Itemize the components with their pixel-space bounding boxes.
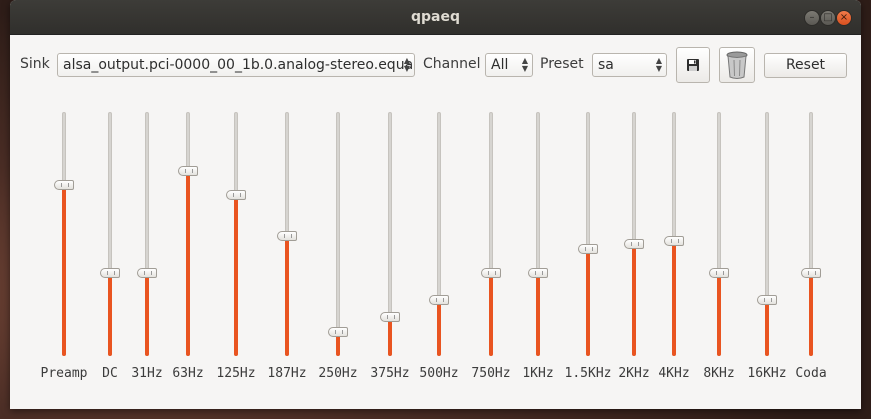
preset-combobox[interactable]: sa ▲ ▼ <box>592 53 667 77</box>
band-slider[interactable] <box>52 112 76 356</box>
slider-fill <box>108 273 112 356</box>
band-slider[interactable] <box>799 112 823 356</box>
channel-value: All <box>491 57 509 73</box>
slider-handle[interactable] <box>328 327 348 337</box>
sink-label: Sink <box>20 56 50 72</box>
slider-fill <box>234 195 238 356</box>
band-label: 125Hz <box>216 366 256 381</box>
band-label: 500Hz <box>419 366 459 381</box>
band-label: 187Hz <box>267 366 307 381</box>
band-slider[interactable] <box>755 112 779 356</box>
slider-fill <box>145 273 149 356</box>
slider-handle[interactable] <box>100 268 120 278</box>
band-label: 4KHz <box>658 366 690 381</box>
floppy-disk-icon <box>687 59 699 71</box>
updown-arrows-icon: ▲ ▼ <box>521 56 528 73</box>
slider-handle[interactable] <box>757 295 777 305</box>
slider-handle[interactable] <box>277 231 297 241</box>
band-slider[interactable] <box>526 112 550 356</box>
slider-fill <box>388 317 392 356</box>
minimize-icon[interactable]: – <box>804 10 820 26</box>
band-slider[interactable] <box>662 112 686 356</box>
band-slider[interactable] <box>479 112 503 356</box>
slider-fill <box>437 300 441 356</box>
slider-handle[interactable] <box>429 295 449 305</box>
slider-handle[interactable] <box>137 268 157 278</box>
slider-fill <box>672 241 676 356</box>
sink-combobox[interactable]: alsa_output.pci-0000_00_1b.0.analog-ster… <box>57 53 415 77</box>
close-icon[interactable]: × <box>836 10 852 26</box>
band-slider[interactable] <box>135 112 159 356</box>
sink-value: alsa_output.pci-0000_00_1b.0.analog-ster… <box>63 57 415 73</box>
band-slider[interactable] <box>275 112 299 356</box>
slider-handle[interactable] <box>664 236 684 246</box>
band-label: 250Hz <box>318 366 358 381</box>
updown-arrows-icon: ▲ ▼ <box>403 56 410 73</box>
slider-fill <box>632 244 636 356</box>
slider-handle[interactable] <box>528 268 548 278</box>
band-slider[interactable] <box>427 112 451 356</box>
band-label: Coda <box>795 366 827 381</box>
slider-handle[interactable] <box>226 190 246 200</box>
slider-fill <box>586 249 590 356</box>
band-label: 63Hz <box>172 366 204 381</box>
band-label: 375Hz <box>370 366 410 381</box>
title-bar[interactable]: qpaeq – □ × <box>10 0 861 35</box>
band-slider[interactable] <box>576 112 600 356</box>
qpaeq-window: qpaeq – □ × Sink alsa_output.pci-0000_00… <box>10 0 861 409</box>
channel-label: Channel <box>423 56 481 72</box>
band-slider[interactable] <box>326 112 350 356</box>
band-label: 1KHz <box>522 366 554 381</box>
band-slider[interactable] <box>176 112 200 356</box>
maximize-icon[interactable]: □ <box>820 10 836 26</box>
slider-fill <box>809 273 813 356</box>
save-preset-button[interactable] <box>676 47 710 83</box>
slider-fill <box>186 171 190 356</box>
updown-arrows-icon: ▲ ▼ <box>655 56 662 73</box>
slider-handle[interactable] <box>481 268 501 278</box>
band-slider[interactable] <box>98 112 122 356</box>
band-label: 750Hz <box>471 366 511 381</box>
channel-combobox[interactable]: All ▲ ▼ <box>485 53 533 77</box>
slider-fill <box>489 273 493 356</box>
slider-handle[interactable] <box>709 268 729 278</box>
window-title: qpaeq <box>410 9 460 25</box>
preset-label: Preset <box>540 56 584 72</box>
band-slider[interactable] <box>378 112 402 356</box>
slider-track <box>336 112 340 356</box>
slider-handle[interactable] <box>380 312 400 322</box>
slider-fill <box>536 273 540 356</box>
band-slider[interactable] <box>224 112 248 356</box>
reset-button[interactable]: Reset <box>764 53 847 78</box>
slider-fill <box>765 300 769 356</box>
slider-fill <box>62 185 66 356</box>
slider-handle[interactable] <box>578 244 598 254</box>
slider-handle[interactable] <box>178 166 198 176</box>
band-label: Preamp <box>40 366 88 381</box>
trash-icon <box>726 51 748 79</box>
preset-value: sa <box>598 57 614 73</box>
band-label: 8KHz <box>703 366 735 381</box>
slider-fill <box>285 236 289 356</box>
slider-handle[interactable] <box>54 180 74 190</box>
slider-handle[interactable] <box>624 239 644 249</box>
band-label: 16KHz <box>747 366 787 381</box>
delete-preset-button[interactable] <box>719 47 755 83</box>
band-slider[interactable] <box>707 112 731 356</box>
band-label: 1.5KHz <box>564 366 612 381</box>
band-slider[interactable] <box>622 112 646 356</box>
slider-fill <box>717 273 721 356</box>
slider-handle[interactable] <box>801 268 821 278</box>
